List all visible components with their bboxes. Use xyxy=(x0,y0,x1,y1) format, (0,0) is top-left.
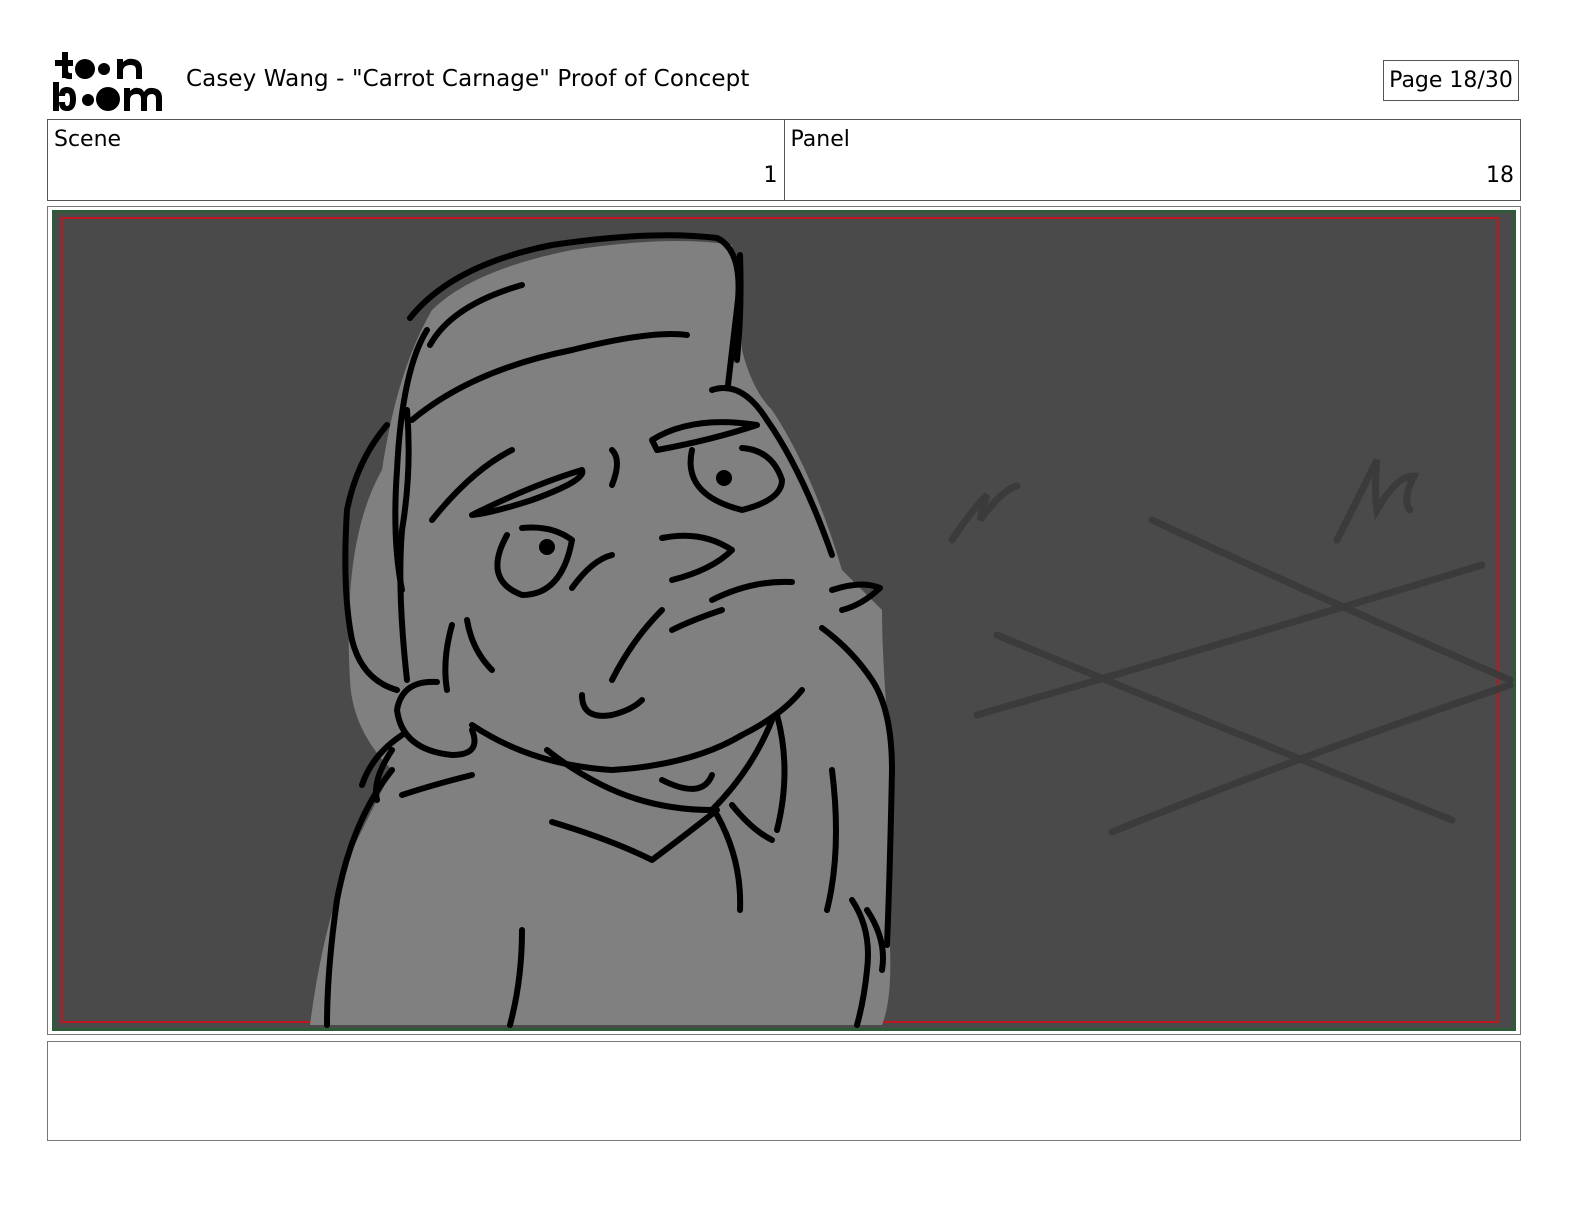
storyboard-sketch-image xyxy=(52,210,1516,1031)
panel-label: Panel xyxy=(790,127,850,152)
scene-number: 1 xyxy=(763,163,778,188)
page-indicator: Page 18/30 xyxy=(1383,60,1519,101)
scene-panel-info: Scene 1 Panel 18 xyxy=(47,119,1521,201)
document-title: Casey Wang - "Carrot Carnage" Proof of C… xyxy=(186,66,750,92)
notes-area xyxy=(47,1041,1521,1141)
panel-number: 18 xyxy=(1486,163,1514,188)
panel-cell: Panel 18 xyxy=(783,120,1521,200)
storyboard-frame xyxy=(47,206,1521,1035)
toon-boom-logo xyxy=(52,52,164,112)
scene-cell: Scene 1 xyxy=(48,120,784,200)
scene-label: Scene xyxy=(54,127,122,152)
